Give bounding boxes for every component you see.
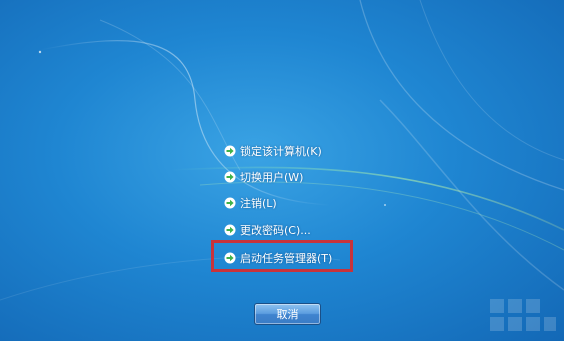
green-arrow-icon (224, 224, 236, 236)
switch-user-label: 切换用户(W) (240, 171, 304, 184)
cancel-button[interactable]: 取消 (254, 303, 321, 325)
change-password-option[interactable]: 更改密码(C)... (224, 219, 311, 241)
switch-user-option[interactable]: 切换用户(W) (224, 166, 303, 188)
lock-computer-label: 锁定该计算机(K) (240, 145, 322, 158)
log-off-option[interactable]: 注销(L) (224, 192, 277, 214)
lock-computer-option[interactable]: 锁定该计算机(K) (224, 140, 322, 162)
green-arrow-icon (224, 252, 236, 264)
green-arrow-icon (224, 145, 236, 157)
green-arrow-icon (224, 171, 236, 183)
change-password-label: 更改密码(C)... (240, 224, 311, 237)
start-task-manager-option[interactable]: 启动任务管理器(T) (224, 247, 332, 269)
start-task-manager-label: 启动任务管理器(T) (240, 252, 333, 265)
watermark-grid (490, 299, 556, 331)
log-off-label: 注销(L) (240, 197, 277, 210)
green-arrow-icon (224, 197, 236, 209)
